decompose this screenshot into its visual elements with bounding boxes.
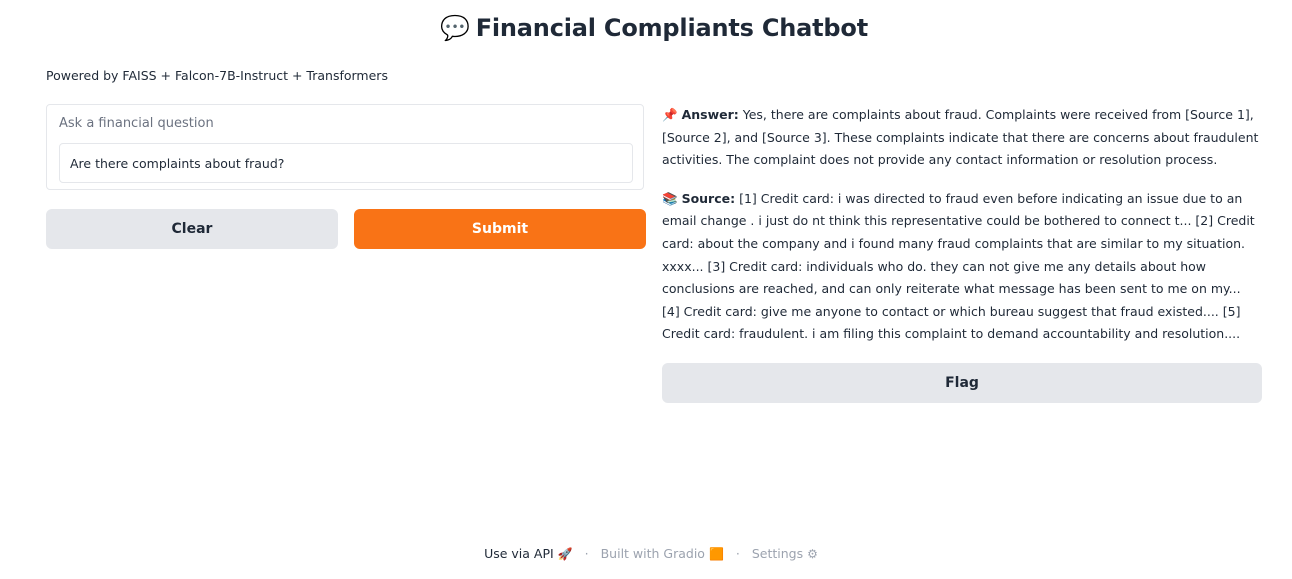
answer-label: Answer: — [681, 107, 739, 122]
question-label: Ask a financial question — [59, 116, 214, 131]
clear-button[interactable]: Clear — [46, 209, 338, 249]
speech-balloon-icon: 💬 — [440, 14, 470, 42]
rocket-icon: 🚀 — [557, 547, 573, 561]
source-text: [1] Credit card: i was directed to fraud… — [662, 190, 1255, 342]
settings-link[interactable]: Settings ⚙ — [752, 546, 818, 561]
question-input[interactable] — [59, 143, 633, 183]
pushpin-icon: 📌 — [662, 107, 678, 122]
page-title-text: Financial Compliants Chatbot — [475, 14, 868, 42]
response-output: 📌 Answer: Yes, there are complaints abou… — [662, 104, 1262, 362]
use-via-api-link[interactable]: Use via API 🚀 — [484, 546, 573, 561]
books-icon: 📚 — [662, 190, 678, 206]
footer: Use via API 🚀 · Built with Gradio 🟧 · Sett… — [0, 546, 1292, 561]
submit-button[interactable]: Submit — [354, 209, 646, 249]
page-title: 💬 Financial Compliants Chatbot — [0, 14, 1292, 42]
page-subtitle: Powered by FAISS + Falcon-7B-Instruct + … — [46, 68, 388, 83]
source-paragraph: 📚 Source: [1] Credit card: i was directe… — [662, 188, 1262, 346]
flag-button[interactable]: Flag — [662, 363, 1262, 403]
footer-separator: · — [735, 546, 740, 561]
answer-text: Yes, there are complaints about fraud. C… — [662, 107, 1259, 168]
built-with-gradio-link[interactable]: Built with Gradio 🟧 — [601, 546, 724, 561]
gear-icon: ⚙ — [807, 547, 818, 561]
question-input-block: Ask a financial question — [46, 104, 644, 190]
footer-separator: · — [584, 546, 589, 561]
source-label: Source: — [681, 190, 736, 206]
gradio-logo-icon: 🟧 — [708, 547, 724, 561]
answer-paragraph: 📌 Answer: Yes, there are complaints abou… — [662, 104, 1262, 172]
